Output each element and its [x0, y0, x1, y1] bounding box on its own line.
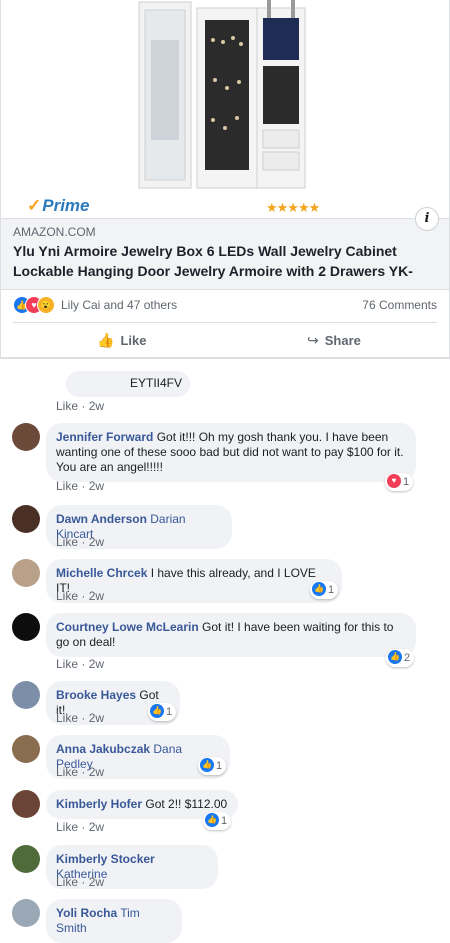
comment-text: EYTII4FV	[129, 376, 182, 390]
like-icon: 👍	[200, 758, 214, 772]
prime-check-icon: ✓	[27, 196, 42, 215]
comment-time[interactable]: 2w	[89, 589, 104, 603]
comment-like-link[interactable]: Like	[56, 535, 78, 549]
comment-author[interactable]: Brooke Hayes	[56, 688, 136, 702]
comment-bubble: Courtney Lowe McLearin Got it! I have be…	[46, 613, 416, 657]
comment-meta: Like · 2w	[56, 479, 105, 493]
comment-meta: Like · 2w	[56, 399, 105, 413]
comment-time[interactable]: 2w	[89, 479, 104, 493]
comment-meta: Like · 2w	[56, 657, 105, 671]
comment-reaction-badge[interactable]: 👍 2	[386, 649, 415, 667]
comment-meta: Like · 2w	[56, 535, 105, 549]
like-icon: 👍	[388, 650, 402, 664]
reactors-text[interactable]: Lily Cai and 47 others	[61, 298, 177, 312]
product-image[interactable]	[1, 0, 449, 220]
share-button[interactable]: ↪ Share	[307, 332, 361, 349]
comment-reaction-badge[interactable]: ♥ 1	[385, 473, 414, 491]
info-icon[interactable]: i	[415, 207, 439, 231]
reaction-summary: 👍 ♥ 😮 Lily Cai and 47 others 76 Comments	[13, 296, 437, 314]
comment-meta: Like · 2w	[56, 589, 105, 603]
comment-bubble: Jennifer Forward Got it!!! Oh my gosh th…	[46, 423, 416, 482]
comment-meta: Like · 2w	[56, 711, 105, 725]
comment-author[interactable]: Jennifer Forward	[56, 430, 153, 444]
link-title[interactable]: Ylu Yni Armoire Jewelry Box 6 LEDs Wall …	[13, 241, 433, 281]
share-arrow-icon: ↪	[307, 332, 319, 348]
divider	[13, 322, 437, 323]
comment-time[interactable]: 2w	[89, 765, 104, 779]
link-domain: AMAZON.COM	[13, 225, 96, 239]
comment-time[interactable]: 2w	[89, 820, 104, 834]
avatar[interactable]	[12, 423, 40, 451]
comment-time[interactable]: 2w	[89, 875, 104, 889]
rating-stars: ★★★★★	[266, 200, 320, 215]
comments-section: EYTII4FV Like · 2w Jennifer Forward Got …	[0, 358, 450, 943]
comment-like-link[interactable]: Like	[56, 820, 78, 834]
avatar[interactable]	[12, 845, 40, 873]
comment-author[interactable]: Yoli Rocha	[56, 906, 117, 920]
like-button[interactable]: 👍 Like	[97, 332, 146, 349]
wow-reaction-icon[interactable]: 😮	[37, 296, 55, 314]
love-icon: ♥	[387, 474, 401, 488]
comment-bubble: EYTII4FV	[66, 371, 190, 397]
comment-like-link[interactable]: Like	[56, 711, 78, 725]
comment-like-link[interactable]: Like	[56, 765, 78, 779]
thumbs-up-icon: 👍	[97, 332, 115, 348]
jewelry-armoire-image	[1, 0, 449, 200]
comment-time[interactable]: 2w	[89, 399, 104, 413]
shared-link-card: ✓Prime ★★★★★ i AMAZON.COM Ylu Yni Armoir…	[0, 0, 450, 358]
avatar[interactable]	[12, 559, 40, 587]
like-icon: 👍	[312, 582, 326, 596]
comment-time[interactable]: 2w	[89, 657, 104, 671]
like-icon: 👍	[205, 813, 219, 827]
comment-text: Got 2!! $112.00	[145, 797, 228, 811]
comment-reaction-badge[interactable]: 👍 1	[310, 581, 339, 599]
comment-count[interactable]: 76 Comments	[362, 298, 437, 312]
comment-meta: Like · 2w	[56, 875, 105, 889]
comment-author[interactable]: Dawn Anderson	[56, 512, 147, 526]
post-actions: 👍 Like ↪ Share	[1, 326, 449, 356]
avatar[interactable]	[12, 613, 40, 641]
comment-reaction-badge[interactable]: 👍 1	[203, 812, 232, 830]
comment-reaction-badge[interactable]: 👍 1	[198, 757, 227, 775]
comment-author[interactable]: Anna Jakubczak	[56, 742, 150, 756]
comment-author[interactable]: Kimberly Hofer	[56, 797, 142, 811]
like-icon: 👍	[150, 704, 164, 718]
comment-author[interactable]: Courtney Lowe McLearin	[56, 620, 199, 634]
comment-like-link[interactable]: Like	[56, 399, 78, 413]
comment-like-link[interactable]: Like	[56, 589, 78, 603]
avatar[interactable]	[12, 681, 40, 709]
comment-bubble: Yoli Rocha Tim Smith	[46, 899, 182, 943]
prime-badge: ✓Prime	[27, 196, 90, 215]
comment-author[interactable]: Michelle Chrcek	[56, 566, 147, 580]
comment-like-link[interactable]: Like	[56, 875, 78, 889]
avatar[interactable]	[12, 790, 40, 818]
avatar[interactable]	[12, 899, 40, 927]
comment-time[interactable]: 2w	[89, 535, 104, 549]
comment-like-link[interactable]: Like	[56, 479, 78, 493]
comment-meta: Like · 2w	[56, 765, 105, 779]
link-preview[interactable]: i AMAZON.COM Ylu Yni Armoire Jewelry Box…	[1, 207, 449, 290]
comment-time[interactable]: 2w	[89, 711, 104, 725]
avatar[interactable]	[12, 505, 40, 533]
comment-meta: Like · 2w	[56, 820, 105, 834]
comment-like-link[interactable]: Like	[56, 657, 78, 671]
avatar[interactable]	[12, 735, 40, 763]
comment-author[interactable]: Kimberly Stocker	[56, 852, 155, 866]
comment-reaction-badge[interactable]: 👍 1	[148, 703, 177, 721]
